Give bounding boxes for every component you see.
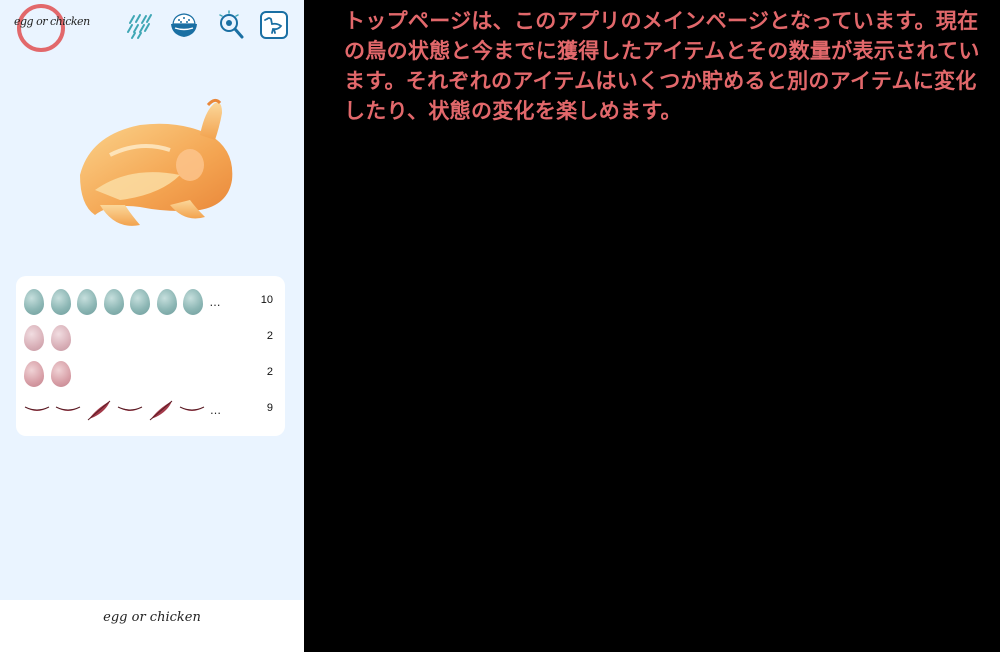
item-icons	[24, 324, 77, 352]
item-count: 10	[260, 294, 273, 306]
teal-egg-icon	[183, 289, 203, 315]
feather-icon	[55, 399, 81, 421]
feather-icon	[148, 399, 174, 421]
inventory-row-pink-egg[interactable]: 2	[16, 358, 285, 390]
teal-egg-icon	[130, 289, 150, 315]
item-count: 9	[266, 402, 273, 414]
pale-pink-egg-icon	[50, 325, 71, 351]
bird-icon[interactable]	[259, 10, 289, 40]
teal-egg-icon	[103, 289, 124, 315]
pink-egg-icon	[50, 361, 71, 387]
pale-pink-egg-icon	[24, 325, 44, 351]
magnifier-icon[interactable]	[216, 10, 246, 40]
rain-icon[interactable]	[124, 10, 154, 40]
header: egg or chicken	[0, 0, 304, 52]
teal-egg-icon	[24, 289, 44, 315]
feather-icon	[117, 399, 143, 421]
item-count: 2	[266, 366, 273, 378]
feather-icon	[179, 399, 205, 421]
item-icons: …	[24, 396, 221, 424]
teal-egg-icon	[77, 289, 97, 315]
item-count: 2	[266, 330, 273, 342]
inventory-row-feather[interactable]: … 9	[16, 394, 285, 426]
logo-ring	[17, 4, 65, 52]
pink-egg-icon	[24, 361, 44, 387]
item-icons: …	[24, 288, 221, 316]
description-text: トップページは、このアプリのメインページとなっています。現在の鳥の状態と今までに…	[344, 9, 980, 123]
feather-icon	[24, 399, 50, 421]
app-logo[interactable]: egg or chicken	[14, 15, 90, 28]
feather-icon	[86, 399, 112, 421]
app-screen: egg or chicken … 10 2 2 … 9 egg or chick…	[0, 0, 304, 652]
bottom-bar: egg or chicken	[0, 600, 304, 652]
chicken-illustration[interactable]	[70, 95, 240, 240]
teal-egg-icon	[156, 289, 177, 315]
more-ellipsis: …	[210, 403, 221, 417]
inventory-card: … 10 2 2 … 9	[16, 276, 285, 436]
more-ellipsis: …	[209, 295, 221, 309]
inventory-row-pale-pink-egg[interactable]: 2	[16, 322, 285, 354]
inventory-row-teal-egg[interactable]: … 10	[16, 286, 285, 318]
bottom-bar-title[interactable]: egg or chicken	[0, 610, 304, 625]
rice-bowl-icon[interactable]	[169, 10, 199, 40]
item-icons	[24, 360, 77, 388]
teal-egg-icon	[50, 289, 71, 315]
